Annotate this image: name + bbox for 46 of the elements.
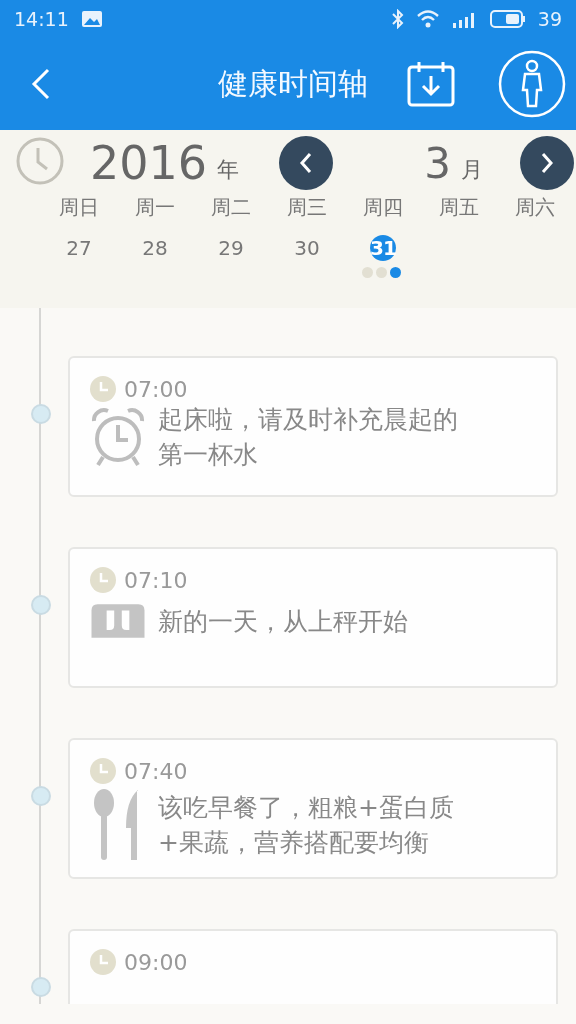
clock-icon: [90, 567, 116, 593]
day-cell[interactable]: 30: [294, 235, 320, 261]
month-label: 3: [423, 138, 452, 188]
chevron-right-icon: [539, 151, 555, 175]
clock-icon: [90, 376, 116, 402]
previous-month-button[interactable]: [279, 136, 334, 190]
weekday-label: 周六: [515, 194, 555, 221]
year-unit: 年: [217, 156, 240, 184]
wifi-icon: [415, 9, 440, 29]
reminder-message: 新的一天，从上秤开始: [158, 605, 408, 638]
window-title: 健康时间轴: [217, 64, 368, 103]
battery-icon: [489, 10, 526, 28]
weekday-label: 周四: [363, 194, 403, 221]
bluetooth-icon: [391, 9, 404, 29]
day-cell[interactable]: 28: [142, 235, 168, 261]
timeline-node: [31, 786, 51, 806]
battery-level: 39: [537, 8, 562, 30]
status-time: 14:11: [14, 8, 69, 30]
weekday-label: 周三: [287, 194, 327, 221]
timeline-node: [31, 977, 51, 997]
weekday-label: 周日: [59, 194, 99, 221]
image-icon: [80, 10, 103, 28]
reminder-time: 07:10: [124, 567, 188, 593]
reminder-message: 起床啦，请及时补充晨起的第一杯水: [158, 404, 459, 471]
day-cell[interactable]: 29: [218, 235, 244, 261]
timeline-node: [31, 595, 51, 615]
clock-icon: [90, 949, 116, 975]
day-cell[interactable]: 31: [370, 235, 396, 261]
weekday-label: 周五: [439, 194, 479, 221]
calendar-download-icon[interactable]: [406, 60, 456, 108]
reminder-time: 09:00: [124, 949, 188, 975]
month-unit: 月: [461, 156, 484, 184]
weekday-label: 周二: [211, 194, 251, 221]
next-month-button[interactable]: [520, 136, 574, 190]
reminder-message: 该吃早餐了，粗粮+蛋白质+果蔬，营养搭配要均衡: [158, 792, 455, 859]
back-button[interactable]: [30, 67, 52, 101]
reminder-time: 07:40: [124, 758, 188, 784]
reminder-time: 07:00: [124, 376, 188, 402]
timeline-node: [31, 404, 51, 424]
alarm-clock-icon: [91, 407, 145, 467]
day-cell[interactable]: 27: [66, 235, 92, 261]
person-icon[interactable]: [498, 50, 566, 118]
year-label: 2016: [90, 136, 208, 190]
clock-icon: [90, 758, 116, 784]
weekday-label: 周一: [135, 194, 175, 221]
clock-icon: [16, 137, 64, 185]
